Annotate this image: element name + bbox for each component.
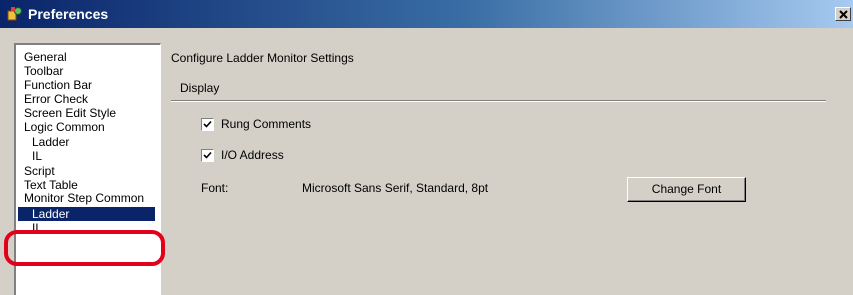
nav-item-monitor-ladder[interactable]: Ladder <box>18 207 155 221</box>
window-title: Preferences <box>28 6 109 22</box>
nav-item-monitor-il[interactable]: IL <box>32 221 42 235</box>
rung-comments-label[interactable]: Rung Comments <box>221 117 311 131</box>
nav-item-general[interactable]: General <box>24 50 67 64</box>
nav-item-function-bar[interactable]: Function Bar <box>24 78 92 92</box>
group-divider-highlight <box>171 101 826 102</box>
nav-item-logic-ladder[interactable]: Ladder <box>32 135 69 149</box>
font-value: Microsoft Sans Serif, Standard, 8pt <box>302 181 489 195</box>
close-button[interactable] <box>835 7 851 21</box>
display-group-label: Display <box>180 81 220 95</box>
nav-item-error-check[interactable]: Error Check <box>24 92 88 106</box>
settings-category-list[interactable]: General Toolbar Function Bar Error Check… <box>14 43 161 295</box>
nav-item-toolbar[interactable]: Toolbar <box>24 64 63 78</box>
section-title: Configure Ladder Monitor Settings <box>171 51 354 65</box>
checkmark-icon <box>203 151 212 159</box>
io-address-label[interactable]: I/O Address <box>221 148 284 162</box>
change-font-button[interactable]: Change Font <box>627 177 746 202</box>
title-bar[interactable]: Preferences <box>0 0 853 28</box>
io-address-checkbox[interactable] <box>201 149 214 162</box>
checkmark-icon <box>203 120 212 128</box>
font-label: Font: <box>201 181 229 195</box>
preferences-app-icon <box>7 6 23 22</box>
nav-item-script[interactable]: Script <box>24 164 55 178</box>
nav-item-monitor-step-common[interactable]: Monitor Step Common <box>24 191 144 205</box>
rung-comments-checkbox[interactable] <box>201 118 214 131</box>
nav-item-screen-edit-style[interactable]: Screen Edit Style <box>24 106 116 120</box>
nav-item-text-table[interactable]: Text Table <box>24 178 78 192</box>
nav-item-logic-common[interactable]: Logic Common <box>24 120 105 134</box>
close-icon <box>839 10 848 19</box>
nav-item-logic-il[interactable]: IL <box>32 149 42 163</box>
